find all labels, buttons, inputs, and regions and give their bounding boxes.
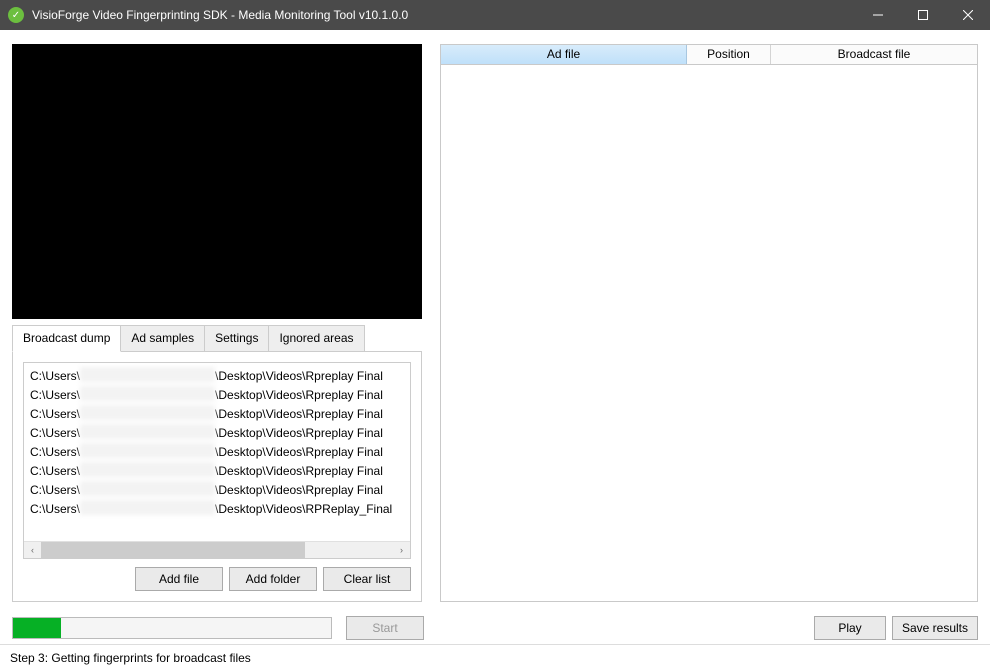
list-item[interactable]: C:\Users\\Desktop\Videos\Rpreplay Final bbox=[30, 481, 410, 500]
titlebar: ✓ VisioForge Video Fingerprinting SDK - … bbox=[0, 0, 990, 30]
video-preview bbox=[12, 44, 422, 319]
results-table-header: Ad file Position Broadcast file bbox=[440, 44, 978, 65]
redacted-username bbox=[80, 443, 215, 458]
redacted-username bbox=[80, 481, 215, 496]
play-button[interactable]: Play bbox=[814, 616, 886, 640]
list-item[interactable]: C:\Users\\Desktop\Videos\Rpreplay Final bbox=[30, 424, 410, 443]
left-pane: Broadcast dump Ad samples Settings Ignor… bbox=[12, 44, 422, 602]
progress-bar bbox=[12, 617, 332, 639]
list-item[interactable]: C:\Users\\Desktop\Videos\Rpreplay Final bbox=[30, 367, 410, 386]
right-pane: Ad file Position Broadcast file bbox=[440, 44, 978, 602]
column-broadcast-file[interactable]: Broadcast file bbox=[771, 45, 977, 64]
window-title: VisioForge Video Fingerprinting SDK - Me… bbox=[32, 8, 855, 22]
redacted-username bbox=[80, 405, 215, 420]
redacted-username bbox=[80, 500, 215, 515]
app-icon: ✓ bbox=[8, 7, 24, 23]
add-file-button[interactable]: Add file bbox=[135, 567, 223, 591]
maximize-button[interactable] bbox=[900, 0, 945, 30]
tab-strip: Broadcast dump Ad samples Settings Ignor… bbox=[12, 325, 422, 352]
main-content: Broadcast dump Ad samples Settings Ignor… bbox=[0, 30, 990, 606]
status-bar: Step 3: Getting fingerprints for broadca… bbox=[0, 644, 990, 671]
minimize-button[interactable] bbox=[855, 0, 900, 30]
close-button[interactable] bbox=[945, 0, 990, 30]
tab-ad-samples[interactable]: Ad samples bbox=[120, 325, 205, 352]
column-position[interactable]: Position bbox=[687, 45, 771, 64]
tab-ignored-areas[interactable]: Ignored areas bbox=[268, 325, 364, 352]
redacted-username bbox=[80, 462, 215, 477]
save-results-button[interactable]: Save results bbox=[892, 616, 978, 640]
results-table-body[interactable] bbox=[440, 65, 978, 602]
status-text: Step 3: Getting fingerprints for broadca… bbox=[10, 651, 251, 665]
start-button[interactable]: Start bbox=[346, 616, 424, 640]
file-list[interactable]: C:\Users\\Desktop\Videos\Rpreplay FinalC… bbox=[23, 362, 411, 559]
tab-broadcast-dump[interactable]: Broadcast dump bbox=[12, 325, 121, 352]
tab-settings[interactable]: Settings bbox=[204, 325, 269, 352]
scroll-right-icon[interactable]: › bbox=[393, 542, 410, 558]
tab-panel-broadcast-dump: C:\Users\\Desktop\Videos\Rpreplay FinalC… bbox=[12, 351, 422, 602]
list-item[interactable]: C:\Users\\Desktop\Videos\RPReplay_Final bbox=[30, 500, 410, 519]
redacted-username bbox=[80, 386, 215, 401]
list-item[interactable]: C:\Users\\Desktop\Videos\Rpreplay Final bbox=[30, 386, 410, 405]
column-ad-file[interactable]: Ad file bbox=[441, 45, 687, 64]
scroll-left-icon[interactable]: ‹ bbox=[24, 542, 41, 558]
list-item[interactable]: C:\Users\\Desktop\Videos\Rpreplay Final bbox=[30, 462, 410, 481]
add-folder-button[interactable]: Add folder bbox=[229, 567, 317, 591]
list-item[interactable]: C:\Users\\Desktop\Videos\Rpreplay Final bbox=[30, 405, 410, 424]
horizontal-scrollbar[interactable]: ‹ › bbox=[24, 541, 410, 558]
list-item[interactable]: C:\Users\\Desktop\Videos\Rpreplay Final bbox=[30, 443, 410, 462]
redacted-username bbox=[80, 424, 215, 439]
redacted-username bbox=[80, 367, 215, 382]
clear-list-button[interactable]: Clear list bbox=[323, 567, 411, 591]
